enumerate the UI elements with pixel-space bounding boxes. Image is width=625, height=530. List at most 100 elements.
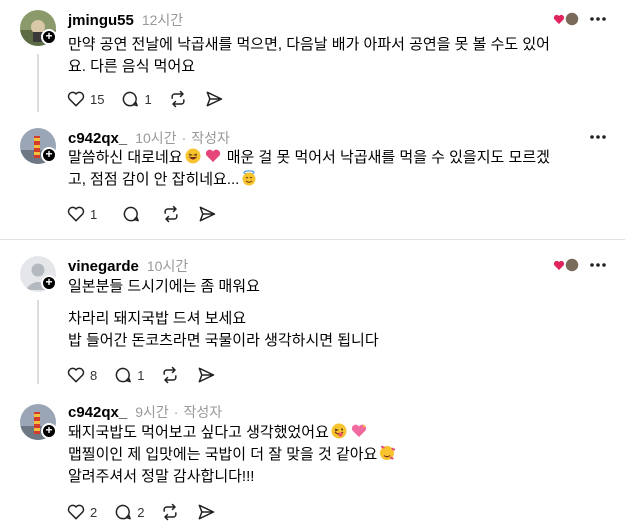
username[interactable]: vinegarde — [68, 258, 139, 275]
more-dots-icon[interactable] — [589, 16, 607, 22]
action-bar: 8 1 — [66, 363, 232, 387]
comment-text: 말씀하신 대로네요 — [68, 149, 183, 166]
pink-heart-emoji-icon — [205, 149, 220, 162]
repost-button[interactable] — [168, 89, 188, 109]
separator-dot: · — [173, 404, 179, 420]
comment-1: + jmingu55 12시간 만약 공연 전날에 낙곱새를 먹으면, 다음날 … — [0, 0, 625, 122]
repost-icon — [171, 90, 185, 108]
comment-line: 고, 점점 감이 안 잡히네요... — [68, 169, 608, 191]
repost-button[interactable] — [160, 365, 180, 385]
send-icon — [199, 367, 215, 383]
repost-icon — [164, 205, 178, 223]
timestamp[interactable]: 10시간 — [135, 128, 176, 148]
username[interactable]: jmingu55 — [68, 12, 134, 29]
like-count: 2 — [90, 504, 98, 520]
halo-smile-emoji-icon — [242, 170, 256, 186]
author-liked-badge — [553, 257, 581, 273]
comment-text: 매운 걸 못 먹어서 낙곱새를 먹을 수 있을지도 모르겠 — [226, 149, 550, 166]
like-count: 1 — [90, 206, 98, 222]
reply-button[interactable] — [121, 204, 141, 224]
tongue-wink-emoji-icon — [331, 423, 347, 439]
like-button[interactable]: 15 — [66, 89, 104, 109]
comment-2: + c942qx_ 10시간 · 작성자 말씀하신 대로네요 매운 걸 못 먹어… — [0, 122, 625, 234]
username[interactable]: c942qx_ — [68, 404, 127, 421]
comment-header: c942qx_ 9시간 · 작성자 — [68, 402, 223, 422]
comment-text: 고, 점점 감이 안 잡히네요... — [68, 171, 240, 188]
repost-button[interactable] — [161, 204, 181, 224]
comment-body: 만약 공연 전날에 낙곱새를 먹으면, 다음날 배가 아파서 공연을 못 볼 수… — [68, 34, 608, 78]
comment-line: 돼지국밥도 먹어보고 싶다고 생각했었어요 — [68, 422, 608, 444]
repost-icon — [163, 366, 178, 384]
author-liked-badge — [553, 11, 581, 27]
reply-count: 2 — [137, 504, 145, 520]
author-tag: 작성자 — [191, 130, 230, 146]
heart-outline-icon — [67, 206, 85, 222]
comment-line: 만약 공연 전날에 낙곱새를 먹으면, 다음날 배가 아파서 공연을 못 볼 수… — [68, 36, 550, 53]
share-button[interactable] — [196, 365, 216, 385]
thread-line — [37, 54, 39, 112]
comment-line: 일본분들 드시기에는 좀 매워요 — [68, 278, 260, 295]
comment-body: 돼지국밥도 먹어보고 싶다고 생각했었어요 맵찔이인 제 입맛에는 국밥이 더 … — [68, 422, 608, 488]
share-button[interactable] — [196, 502, 216, 522]
comment-header: jmingu55 12시간 — [68, 10, 183, 30]
send-icon — [206, 91, 222, 107]
comment-body: 일본분들 드시기에는 좀 매워요 차라리 돼지국밥 드셔 보세요 밥 들어간 돈… — [68, 276, 608, 352]
like-button[interactable]: 1 — [66, 204, 97, 224]
follow-plus-icon[interactable]: + — [41, 29, 57, 45]
comment-line: 차라리 돼지국밥 드셔 보세요 — [68, 310, 247, 327]
timestamp[interactable]: 9시간 — [135, 402, 169, 422]
repost-button[interactable] — [160, 502, 180, 522]
share-button[interactable] — [197, 204, 217, 224]
thread-line — [37, 300, 39, 384]
reply-count: 1 — [144, 91, 152, 107]
comment-4: + c942qx_ 9시간 · 작성자 돼지국밥도 먹어보고 싶다고 생각했었어… — [0, 400, 625, 530]
speech-bubble-icon — [123, 206, 140, 222]
comment-line: 알려주셔서 정말 감사합니다!!! — [68, 468, 255, 485]
timestamp[interactable]: 12시간 — [142, 10, 183, 30]
follow-plus-icon[interactable]: + — [41, 423, 57, 439]
comment-line: 밥 들어간 돈코츠라면 국물이라 생각하시면 됩니다 — [68, 332, 379, 349]
more-dots-icon[interactable] — [589, 134, 607, 140]
comment-line: 말씀하신 대로네요 매운 걸 못 먹어서 낙곱새를 먹을 수 있을지도 모르겠 — [68, 147, 608, 169]
comment-text: 돼지국밥도 먹어보고 싶다고 생각했었어요 — [68, 424, 329, 441]
more-dots-icon[interactable] — [589, 262, 607, 268]
username[interactable]: c942qx_ — [68, 130, 127, 147]
comment-header: c942qx_ 10시간 · 작성자 — [68, 128, 230, 148]
action-bar: 1 — [66, 202, 233, 226]
sparkling-heart-emoji-icon — [351, 424, 367, 437]
comment-line: 맵찔이인 제 입맛에는 국밥이 더 잘 맞을 것 같아요 — [68, 444, 608, 466]
comment-line — [68, 298, 608, 308]
like-count: 8 — [90, 367, 98, 383]
hearts-face-emoji-icon — [380, 445, 396, 460]
comment-line: 요. 다른 음식 먹어요 — [68, 58, 196, 75]
comment-3: + vinegarde 10시간 일본분들 드시기에는 좀 매워요 차라리 돼지… — [0, 240, 625, 390]
reply-button[interactable]: 2 — [113, 502, 144, 522]
speech-bubble-icon — [115, 367, 132, 383]
follow-plus-icon[interactable]: + — [41, 275, 57, 291]
action-bar: 2 2 — [66, 500, 232, 524]
author-tag: 작성자 — [183, 404, 223, 420]
follow-plus-icon[interactable]: + — [41, 147, 57, 163]
send-icon — [199, 504, 215, 520]
timestamp[interactable]: 10시간 — [147, 256, 188, 276]
repost-icon — [163, 503, 178, 521]
reply-count: 1 — [137, 367, 145, 383]
laughing-emoji-icon — [185, 148, 201, 164]
reply-button[interactable]: 1 — [120, 89, 152, 109]
like-button[interactable]: 8 — [66, 365, 97, 385]
send-icon — [199, 206, 216, 222]
action-bar: 15 1 — [66, 87, 240, 111]
speech-bubble-icon — [115, 504, 132, 520]
comment-body: 말씀하신 대로네요 매운 걸 못 먹어서 낙곱새를 먹을 수 있을지도 모르겠 … — [68, 147, 608, 191]
separator-dot: · — [181, 130, 187, 146]
like-button[interactable]: 2 — [66, 502, 97, 522]
comment-header: vinegarde 10시간 — [68, 256, 188, 276]
heart-outline-icon — [67, 367, 85, 383]
heart-outline-icon — [67, 504, 85, 520]
comment-text: 맵찔이인 제 입맛에는 국밥이 더 잘 맞을 것 같아요 — [68, 446, 378, 463]
speech-bubble-icon — [123, 91, 139, 107]
share-button[interactable] — [204, 89, 224, 109]
like-count: 15 — [90, 91, 105, 107]
heart-outline-icon — [67, 91, 85, 107]
reply-button[interactable]: 1 — [113, 365, 144, 385]
